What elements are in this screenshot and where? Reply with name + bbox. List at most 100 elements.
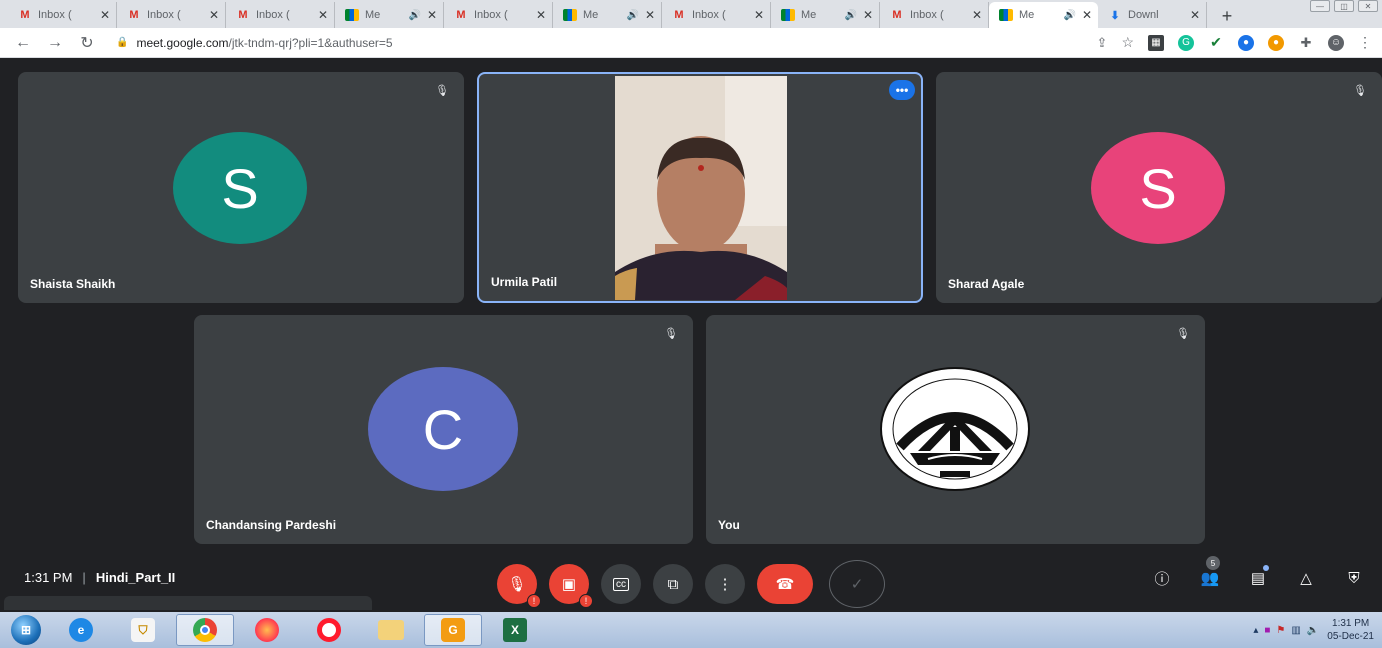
more-options-button[interactable]: ⋮: [705, 564, 745, 604]
tray-arrow-icon[interactable]: ▴: [1253, 625, 1258, 636]
participant-tile[interactable]: 🎙 S Sharad Agale: [936, 72, 1382, 303]
gmail-icon: M: [456, 9, 466, 21]
browser-tab[interactable]: ⬇ Downl ✕: [1098, 2, 1207, 28]
audio-playing-icon[interactable]: 🔊: [844, 10, 856, 21]
extension-check-icon[interactable]: ✔: [1208, 34, 1224, 51]
close-tab-icon[interactable]: ✕: [645, 8, 655, 22]
browser-tab[interactable]: Me 🔊 ✕: [989, 2, 1098, 28]
participant-tile[interactable]: 🎙 S Shaista Shaikh: [18, 72, 464, 303]
leave-call-button[interactable]: ☎: [757, 564, 813, 604]
activities-button[interactable]: △: [1294, 566, 1318, 590]
close-tab-icon[interactable]: ✕: [536, 8, 546, 22]
close-tab-icon[interactable]: ✕: [318, 8, 328, 22]
lock-icon[interactable]: 🔒: [116, 37, 128, 48]
forward-button[interactable]: →: [42, 30, 68, 56]
taskbar-opera[interactable]: [300, 614, 358, 646]
taskbar-clock[interactable]: 1:31 PM 05-Dec-21: [1327, 617, 1374, 643]
close-tab-icon[interactable]: ✕: [754, 8, 764, 22]
profile-avatar-icon[interactable]: ☺: [1328, 34, 1344, 51]
minimize-button[interactable]: —: [1310, 0, 1330, 12]
extension-blue-icon[interactable]: ●: [1238, 34, 1254, 51]
back-button[interactable]: ←: [10, 30, 36, 56]
chrome-icon: [193, 618, 217, 642]
close-tab-icon[interactable]: ✕: [1190, 8, 1200, 22]
meet-icon: [345, 9, 359, 21]
chat-icon: ▤: [1250, 570, 1266, 587]
tab-title: Me: [365, 9, 381, 21]
audio-playing-icon[interactable]: 🔊: [1063, 10, 1075, 21]
browser-tab[interactable]: M Inbox (✕: [662, 2, 771, 28]
browser-tab[interactable]: M Inbox (✕: [8, 2, 117, 28]
tray-app-icon[interactable]: ■: [1264, 625, 1270, 636]
more-vert-icon: ⋮: [717, 576, 733, 593]
close-tab-icon[interactable]: ✕: [427, 8, 437, 22]
participant-tile[interactable]: 🎙 You: [706, 315, 1205, 544]
camera-toggle-button[interactable]: ▣ !: [549, 564, 593, 608]
browser-tab[interactable]: Me 🔊 ✕: [771, 2, 880, 28]
people-icon: 👥: [1200, 570, 1220, 587]
chat-button[interactable]: ▤: [1246, 565, 1270, 590]
mic-off-icon: 🎙: [664, 327, 678, 340]
close-tab-icon[interactable]: ✕: [209, 8, 219, 22]
activity-button[interactable]: ✓: [829, 560, 885, 608]
system-tray: ▴ ■ ⚑ ▥ 🔈 1:31 PM 05-Dec-21: [1253, 614, 1374, 646]
captions-button[interactable]: cc: [601, 564, 641, 604]
browser-tab[interactable]: Me 🔊 ✕: [335, 2, 444, 28]
taskbar-explorer[interactable]: [362, 614, 420, 646]
share-icon[interactable]: ⇪: [1097, 35, 1108, 51]
address-bar[interactable]: 🔒 meet.google.com/jtk-tndm-qrj?pli=1&aut…: [106, 31, 1087, 55]
extension-grammarly-icon[interactable]: G: [1178, 34, 1194, 51]
browser-tab[interactable]: M Inbox (✕: [880, 2, 989, 28]
mic-toggle-button[interactable]: 🎙 !: [497, 564, 541, 608]
start-button[interactable]: ⊞: [4, 613, 48, 647]
close-window-button[interactable]: ✕: [1358, 0, 1378, 12]
close-tab-icon[interactable]: ✕: [100, 8, 110, 22]
restore-button[interactable]: ◫: [1334, 0, 1354, 12]
browser-tab[interactable]: M Inbox (✕: [117, 2, 226, 28]
meeting-code: Hindi_Part_II: [95, 570, 176, 585]
gmail-icon: M: [892, 9, 902, 21]
tab-strip: M Inbox (✕ M Inbox (✕ M Inbox (✕ Me 🔊 ✕ M Inbox (✕…: [0, 0, 1382, 28]
extension-orange-icon[interactable]: ●: [1268, 34, 1284, 51]
people-button[interactable]: 👥 5: [1198, 556, 1222, 590]
firefox-icon: [255, 618, 279, 642]
close-tab-icon[interactable]: ✕: [1082, 8, 1092, 22]
close-tab-icon[interactable]: ✕: [972, 8, 982, 22]
browser-tab[interactable]: M Inbox (✕: [444, 2, 553, 28]
avatar: C: [368, 367, 518, 491]
meeting-details-button[interactable]: ⓘ: [1150, 566, 1174, 590]
meet-icon: [781, 9, 795, 21]
audio-playing-icon[interactable]: 🔊: [408, 10, 420, 21]
taskbar-excel[interactable]: X: [486, 614, 544, 646]
host-controls-button[interactable]: ⛨: [1342, 566, 1366, 590]
gmail-icon: M: [129, 9, 139, 21]
volume-icon[interactable]: 🔈: [1307, 625, 1319, 636]
opera-icon: [317, 618, 341, 642]
meeting-info: 1:31 PM | Hindi_Part_II: [24, 570, 175, 585]
participant-count-badge: 5: [1206, 556, 1220, 570]
taskbar-shield-app[interactable]: ⛉: [114, 614, 172, 646]
folder-icon: [378, 620, 404, 640]
reload-button[interactable]: ↻: [74, 30, 100, 56]
tray-icons: ▴ ■ ⚑ ▥ 🔈: [1253, 625, 1319, 636]
taskbar-chrome[interactable]: [176, 614, 234, 646]
network-icon[interactable]: ▥: [1291, 625, 1300, 636]
close-tab-icon[interactable]: ✕: [863, 8, 873, 22]
present-button[interactable]: ⧉: [653, 564, 693, 604]
tray-flag-icon[interactable]: ⚑: [1276, 625, 1285, 636]
bookmark-star-icon[interactable]: ☆: [1121, 34, 1134, 51]
browser-tab[interactable]: Me 🔊 ✕: [553, 2, 662, 28]
browser-tab[interactable]: M Inbox (✕: [226, 2, 335, 28]
extension-grid-icon[interactable]: ▦: [1148, 34, 1164, 51]
puzzle-icon[interactable]: ✚: [1298, 35, 1314, 51]
more-options-button[interactable]: •••: [889, 80, 915, 100]
taskbar-app-g[interactable]: G: [424, 614, 482, 646]
meet-icon: [563, 9, 577, 21]
participant-tile[interactable]: ••• Urmila Patil: [477, 72, 923, 303]
taskbar-firefox[interactable]: [238, 614, 296, 646]
participant-tile[interactable]: 🎙 C Chandansing Pardeshi: [194, 315, 693, 544]
menu-kebab-icon[interactable]: ⋮: [1358, 34, 1372, 51]
new-tab-button[interactable]: +: [1215, 4, 1239, 28]
audio-playing-icon[interactable]: 🔊: [626, 10, 638, 21]
taskbar-ie[interactable]: e: [52, 614, 110, 646]
